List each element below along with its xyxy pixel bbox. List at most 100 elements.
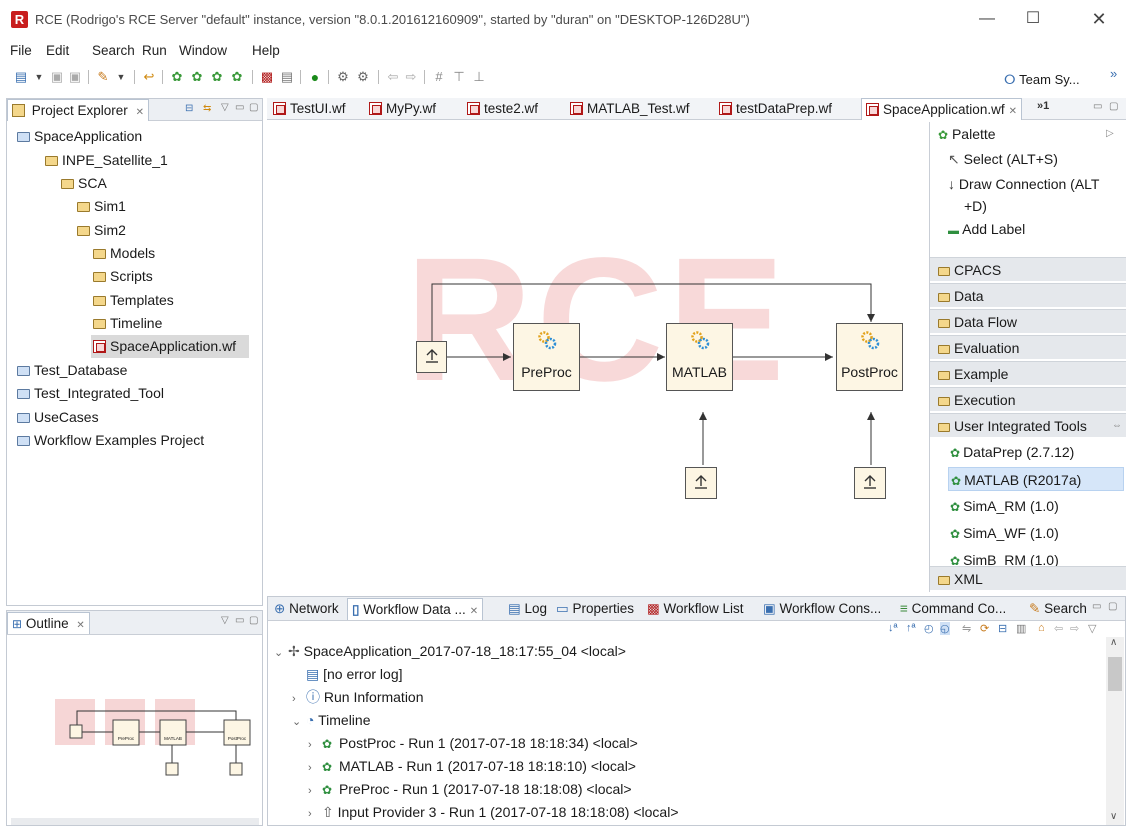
tab-command-console[interactable]: ≡ Command Co... xyxy=(896,598,1010,620)
palette-tool-dataprep[interactable]: ✿ DataPrep (2.7.12) xyxy=(948,440,1124,464)
minimize-view-icon[interactable]: ▭ xyxy=(1093,101,1102,112)
tree-item-sim1[interactable]: Sim1 xyxy=(77,195,126,218)
home-icon[interactable]: ⌂ xyxy=(1038,622,1045,634)
team-synchronizing-perspective[interactable]: ⵔ Team Sy... xyxy=(1004,72,1080,88)
drawer-data-flow[interactable]: Data Flow xyxy=(930,309,1126,333)
drawer-evaluation[interactable]: Evaluation xyxy=(930,335,1126,359)
tab-project-explorer[interactable]: Project Explorer ✕ xyxy=(7,99,149,121)
tab-network[interactable]: ⊕ Network xyxy=(270,598,343,620)
align-icon[interactable]: ⊤ xyxy=(450,68,468,86)
close-button[interactable]: ✕ xyxy=(1076,0,1122,38)
open-workflow-icon[interactable]: ↩ xyxy=(140,68,158,86)
scroll-thumb[interactable] xyxy=(1108,657,1122,691)
sort-time-icon[interactable]: ◴ xyxy=(924,622,934,635)
collapsed-chevron-icon[interactable]: › xyxy=(308,803,322,823)
tree-item-test-database[interactable]: Test_Database xyxy=(17,359,127,382)
maximize-button[interactable]: ☐ xyxy=(1010,0,1056,38)
drawer-data[interactable]: Data xyxy=(930,283,1126,307)
drawer-xml[interactable]: XML xyxy=(930,566,1126,590)
palette-collapse-icon[interactable]: ▷ xyxy=(1106,122,1114,146)
data-browser-row[interactable]: › ⇧ Input Provider 3 - Run 1 (2017-07-18 … xyxy=(308,801,679,823)
maximize-view-icon[interactable]: ▢ xyxy=(1109,101,1118,112)
tab-log[interactable]: ▤ Log xyxy=(504,598,551,620)
sort-za-icon[interactable]: ↑ª xyxy=(906,622,916,634)
workflow-icon[interactable]: ▩ xyxy=(258,68,276,86)
postproc-node[interactable]: PostProc xyxy=(836,323,903,391)
grid-icon[interactable]: # xyxy=(430,68,448,86)
outline-thumbnail[interactable]: PreProc MATLAB PostProc xyxy=(11,637,259,825)
view-menu-icon[interactable]: ▽ xyxy=(221,102,229,113)
collapsed-chevron-icon[interactable]: › xyxy=(308,734,322,757)
palette-tool-sima-rm[interactable]: ✿ SimA_RM (1.0) xyxy=(948,494,1124,518)
tab-outline[interactable]: ⊞ Outline ✕ xyxy=(7,612,90,634)
expanded-chevron-icon[interactable]: ⌄ xyxy=(292,711,306,734)
input-provider-node[interactable] xyxy=(854,467,886,499)
tree-item-sca[interactable]: SCA xyxy=(61,172,107,195)
minimize-view-icon[interactable]: ▭ xyxy=(235,102,244,113)
drawer-example[interactable]: Example xyxy=(930,361,1126,385)
input-provider-node[interactable] xyxy=(416,341,447,373)
scroll-down-icon[interactable]: ∨ xyxy=(1110,811,1117,822)
tree-item-usecases[interactable]: UseCases xyxy=(17,406,99,429)
tree-item-spaceapplication-wf[interactable]: SpaceApplication.wf xyxy=(91,335,249,358)
minimize-view-icon[interactable]: ▭ xyxy=(1092,601,1101,612)
maximize-view-icon[interactable]: ▢ xyxy=(249,615,258,626)
menu-run[interactable]: Run xyxy=(142,43,167,58)
tab-properties[interactable]: ▭ Properties xyxy=(552,598,638,620)
new-icon[interactable]: ▤ xyxy=(12,68,30,86)
run-icon[interactable]: ● xyxy=(306,68,324,86)
tree-item-templates[interactable]: Templates xyxy=(93,289,174,312)
palette-header[interactable]: ✿ Palette ▷ xyxy=(930,122,1126,146)
close-tab-icon[interactable]: ✕ xyxy=(136,107,144,118)
tab-matlab-test-wf[interactable]: MATLAB_Test.wf xyxy=(566,98,694,120)
tree-item-models[interactable]: Models xyxy=(93,242,155,265)
forward-icon[interactable]: ⇨ xyxy=(402,68,420,86)
data-browser-row[interactable]: ⌄ ◔ Timeline xyxy=(292,709,371,732)
collapse-all-icon[interactable]: ⊟ xyxy=(185,103,193,114)
tab-workflow-console[interactable]: ▣ Workflow Cons... xyxy=(759,598,885,620)
close-tab-icon[interactable]: ✕ xyxy=(1009,106,1017,117)
matlab-node[interactable]: MATLAB xyxy=(666,323,733,391)
palette-tool-sima-wf[interactable]: ✿ SimA_WF (1.0) xyxy=(948,521,1124,545)
back-icon[interactable]: ⇦ xyxy=(384,68,402,86)
workflow-canvas[interactable]: RCE PreProc MATLAB PostProc xyxy=(267,122,929,591)
tree-item-sim2[interactable]: Sim2 xyxy=(77,219,126,242)
draw-connection-tool[interactable]: ↓ Draw Connection (ALT +D) xyxy=(948,173,1123,217)
close-tab-icon[interactable]: ✕ xyxy=(76,620,84,631)
collapsed-chevron-icon[interactable]: › xyxy=(308,757,322,780)
menu-file[interactable]: File xyxy=(10,43,32,58)
tool-icon[interactable]: ✿ xyxy=(228,68,246,86)
tab-overflow-button[interactable]: »1 xyxy=(1037,100,1049,112)
data-browser-row[interactable]: › ✿ PostProc - Run 1 (2017-07-18 18:18:34… xyxy=(308,732,638,755)
expanded-chevron-icon[interactable]: ⌄ xyxy=(274,642,288,665)
tool-icon[interactable]: ✿ xyxy=(168,68,186,86)
maximize-view-icon[interactable]: ▢ xyxy=(249,102,258,113)
tab-teste2-wf[interactable]: teste2.wf xyxy=(463,98,542,120)
tree-item-scripts[interactable]: Scripts xyxy=(93,265,153,288)
tab-workflow-data-browser[interactable]: ▯ Workflow Data ... ✕ xyxy=(347,598,484,620)
tab-testdataprep-wf[interactable]: testDataPrep.wf xyxy=(715,98,836,120)
minimize-view-icon[interactable]: ▭ xyxy=(235,615,244,626)
refresh-icon[interactable]: ⟳ xyxy=(980,622,989,635)
sort-az-icon[interactable]: ↓ª xyxy=(888,622,898,634)
tool-icon[interactable]: ✿ xyxy=(208,68,226,86)
drawer-cpacs[interactable]: CPACS xyxy=(930,257,1126,281)
gear-icon[interactable]: ⚙ xyxy=(354,68,372,86)
view-menu-icon[interactable]: ▽ xyxy=(221,615,229,626)
menu-window[interactable]: Window xyxy=(179,43,227,58)
tab-mypy-wf[interactable]: MyPy.wf xyxy=(365,98,440,120)
tree-item-timeline[interactable]: Timeline xyxy=(93,312,162,335)
preproc-node[interactable]: PreProc xyxy=(513,323,580,391)
tree-item-spaceapplication[interactable]: SpaceApplication xyxy=(17,125,142,148)
tab-workflow-list[interactable]: ▩ Workflow List xyxy=(643,598,748,620)
pin-icon[interactable]: ⇔ xyxy=(1112,414,1122,438)
input-provider-node[interactable] xyxy=(685,467,717,499)
data-browser-row[interactable]: ▤ [no error log] xyxy=(292,663,403,686)
select-tool[interactable]: ↖ Select (ALT+S) xyxy=(948,148,1123,170)
vertical-scrollbar[interactable]: ∧ ∨ xyxy=(1106,637,1124,825)
save-icon[interactable]: ▣ xyxy=(48,68,66,86)
tab-spaceapplication-wf[interactable]: SpaceApplication.wf ✕ xyxy=(861,98,1022,120)
close-tab-icon[interactable]: ✕ xyxy=(470,606,478,617)
tab-testui-wf[interactable]: TestUI.wf xyxy=(269,98,350,120)
tree-item-inpe-satellite-1[interactable]: INPE_Satellite_1 xyxy=(45,149,168,172)
